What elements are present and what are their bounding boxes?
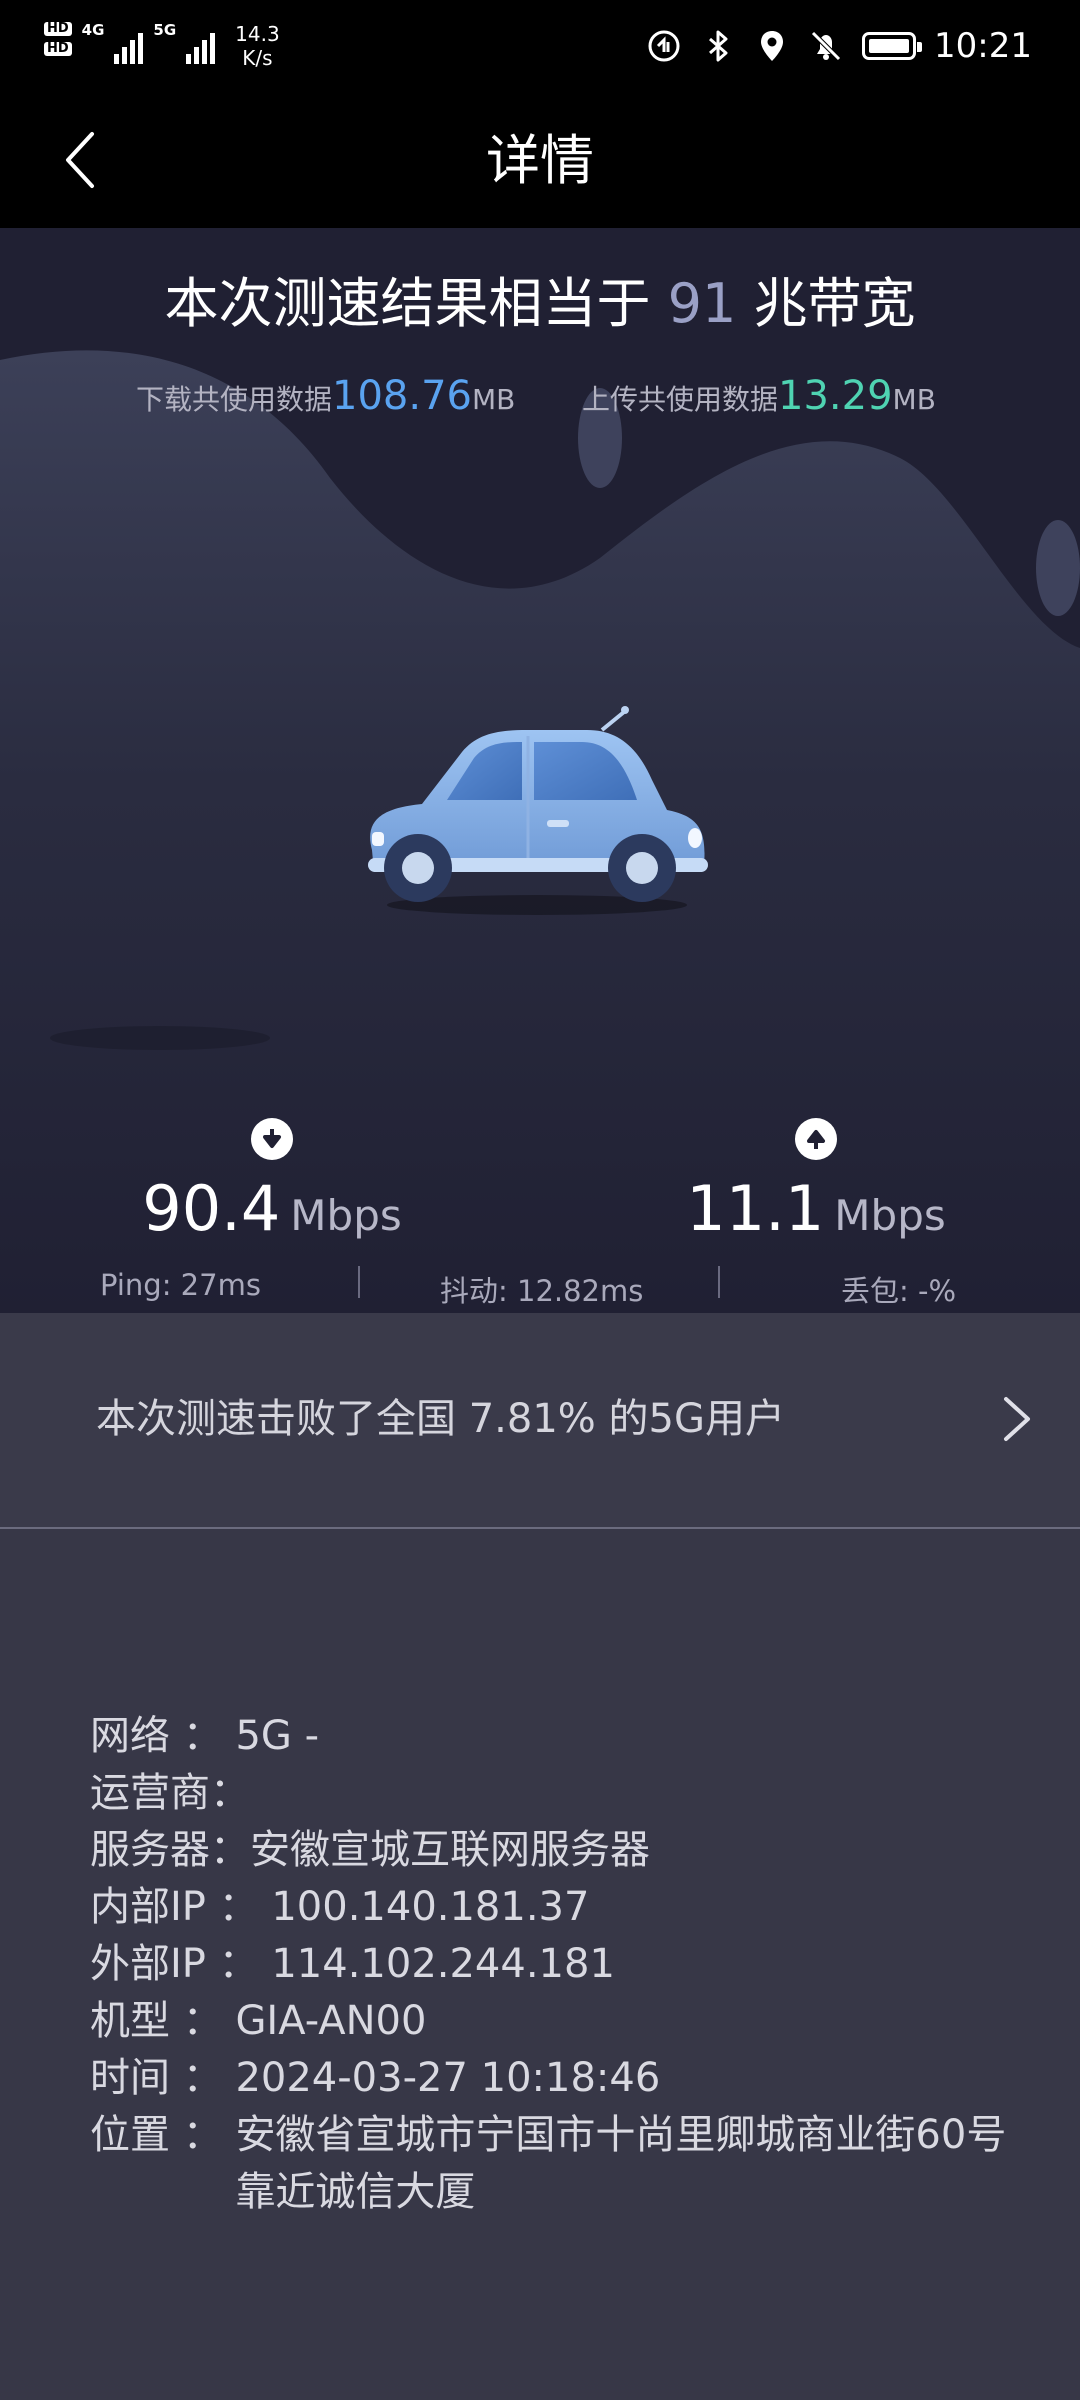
download-speed-unit: Mbps [290, 1191, 402, 1240]
national-rank-row[interactable]: 本次测速击败了全国 7.81% 的5G用户 [0, 1313, 1080, 1527]
network-label: 网络 ： [90, 1713, 236, 1759]
jitter-metric: 抖动: 12.82ms [440, 1274, 644, 1308]
hd-badge-2: HD [44, 42, 72, 56]
info-row-external-ip: 外部IP ： 114.102.244.181 [90, 1936, 1030, 1993]
server-label: 服务器： [90, 1827, 250, 1873]
network-speed-unit: K/s [242, 46, 273, 70]
upload-speed-unit: Mbps [834, 1191, 946, 1240]
upload-usage: 上传共使用数据13.29MB [582, 368, 936, 428]
status-right: 10:21 [646, 26, 1032, 66]
download-usage: 下载共使用数据108.76MB [136, 368, 515, 428]
section-divider [0, 1527, 1080, 1529]
network-5g-label: 5G [153, 21, 177, 39]
download-arrow-icon [251, 1118, 293, 1160]
data-saver-icon [648, 30, 680, 62]
hd-indicators: HD HD [44, 22, 72, 56]
carrier-label: 运营商： [90, 1770, 250, 1816]
time-label: 时间 ： [90, 2055, 236, 2101]
internal-ip-value: 100.140.181.37 [271, 1884, 590, 1930]
network-speed-indicator: 14.3 K/s [235, 22, 280, 70]
network-value: 5G - [235, 1713, 320, 1759]
bandwidth-value: 91 [667, 272, 737, 335]
carrier-value [250, 1765, 1030, 1822]
battery-icon [862, 32, 923, 60]
metric-divider [718, 1266, 720, 1298]
info-row-carrier: 运营商： [90, 1765, 1030, 1822]
signal-bars-1-icon [114, 30, 144, 64]
status-bar: HD HD 4G 5G 14.3 K/s 10:21 [0, 0, 1080, 100]
download-usage-value: 108.76 [332, 373, 472, 419]
upload-speed-value: 11.1 [686, 1172, 825, 1245]
page-title: 详情 [486, 129, 594, 192]
info-row-location: 位置 ： 安徽省宣城市宁国市十尚里卿城商业街60号靠近诚信大厦 [90, 2107, 1030, 2221]
packet-loss-metric: 丢包: -% [840, 1274, 956, 1308]
external-ip-value: 114.102.244.181 [271, 1941, 615, 1987]
download-speed: 90.4 Mbps [142, 1118, 402, 1245]
bluetooth-icon [709, 30, 728, 62]
status-left: HD HD 4G 5G 14.3 K/s [44, 22, 280, 70]
internal-ip-label: 内部IP ： [90, 1884, 272, 1930]
info-row-server: 服务器： 安徽宣城互联网服务器 [90, 1822, 1030, 1879]
info-row-internal-ip: 内部IP ： 100.140.181.37 [90, 1879, 1030, 1936]
external-ip-label: 外部IP ： [90, 1941, 272, 1987]
info-row-model: 机型 ： GIA-AN00 [90, 1993, 1030, 2050]
rank-text: 本次测速击败了全国 7.81% 的5G用户 [96, 1396, 785, 1442]
signal-bars-2-icon [186, 30, 216, 64]
model-label: 机型 ： [90, 1998, 236, 2044]
car-illustration [368, 706, 708, 915]
upload-speed: 11.1 Mbps [686, 1118, 946, 1245]
model-value: GIA-AN00 [235, 1998, 427, 2044]
download-speed-value: 90.4 [142, 1172, 281, 1245]
result-title-prefix: 本次测速结果相当于 [164, 272, 651, 335]
network-4g-label: 4G [81, 21, 105, 39]
result-headline: 本次测速结果相当于 91 兆带宽 [0, 268, 1080, 340]
location-icon [761, 31, 784, 61]
test-info-list: 网络 ： 5G - 运营商： 服务器： 安徽宣城互联网服务器 内部IP ： 10… [90, 1708, 1030, 2221]
mute-bell-icon [811, 31, 841, 61]
info-row-time: 时间 ： 2024-03-27 10:18:46 [90, 2050, 1030, 2107]
ping-metric: Ping: 27ms [100, 1268, 261, 1302]
upload-usage-value: 13.29 [778, 373, 893, 419]
download-usage-unit: MB [471, 383, 516, 416]
chevron-right-icon [1004, 1397, 1030, 1441]
info-row-network: 网络 ： 5G - [90, 1708, 1030, 1765]
location-label: 位置 ： [90, 2112, 236, 2158]
download-usage-label: 下载共使用数据 [136, 383, 333, 416]
upload-usage-label: 上传共使用数据 [582, 383, 779, 416]
time-value: 2024-03-27 10:18:46 [235, 2055, 661, 2101]
upload-arrow-icon [795, 1118, 837, 1160]
speed-result-hero: 本次测速结果相当于 91 兆带宽 下载共使用数据108.76MB 上传共使用数据… [0, 228, 1080, 1313]
result-title-suffix: 兆带宽 [753, 272, 916, 335]
network-speed-value: 14.3 [235, 22, 280, 46]
server-value: 安徽宣城互联网服务器 [250, 1827, 650, 1873]
metric-divider [358, 1266, 360, 1298]
upload-usage-unit: MB [892, 383, 936, 416]
network-metrics: Ping: 27ms 抖动: 12.82ms 丢包: -% [0, 1262, 1080, 1310]
app-bar: 详情 [0, 100, 1080, 228]
clock: 10:21 [934, 26, 1032, 66]
location-value: 安徽省宣城市宁国市十尚里卿城商业街60号靠近诚信大厦 [235, 2112, 1007, 2215]
hd-badge-1: HD [44, 22, 72, 36]
